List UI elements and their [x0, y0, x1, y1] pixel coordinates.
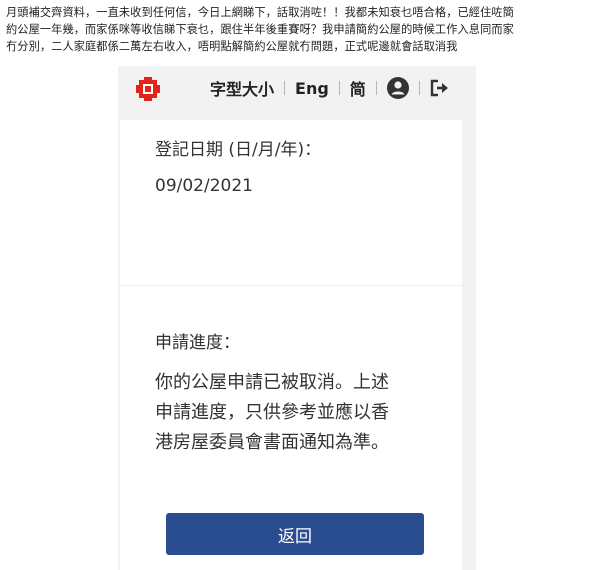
post-text-line: 月頭補交齊資料，一直未收到任何信，今日上網睇下，話取消咗！！我都未知衰乜唔合格，… [6, 6, 514, 19]
application-status-card: 登記日期 (日/月/年)： 09/02/2021 申請進度： 你的公屋申請已被取… [120, 120, 462, 570]
back-button[interactable]: 返回 [166, 513, 424, 555]
user-account-icon[interactable] [377, 77, 419, 99]
register-date-label: 登記日期 (日/月/年)： [155, 140, 322, 160]
english-language-button[interactable]: Eng [285, 79, 339, 98]
app-header: 字型大小 Eng 简 [118, 66, 476, 110]
register-date-value: 09/02/2021 [155, 176, 253, 196]
section-divider [120, 285, 462, 286]
post-text-line: 冇分別，二人家庭都係二萬左右收入，唔明點解簡約公屋就冇問題，正式呢邊就會話取消我 [6, 40, 458, 53]
font-size-button[interactable]: 字型大小 [200, 76, 284, 100]
housing-authority-logo-icon [136, 77, 160, 101]
simplified-chinese-button[interactable]: 简 [340, 76, 376, 100]
post-text-line: 約公屋一年幾，而家係咪等收信睇下衰乜，跟住半年後重賽呀？我申請簡約公屋的時候工作… [6, 23, 514, 36]
logout-icon[interactable] [420, 79, 460, 97]
header-nav: 字型大小 Eng 简 [200, 66, 460, 110]
embedded-app-screenshot: 字型大小 Eng 简 登記日期 (日/月/年)： 09/02/2021 申請進度… [118, 66, 476, 570]
progress-label: 申請進度： [155, 333, 240, 353]
progress-status-text: 你的公屋申請已被取消。上述申請進度，只供參考並應以香港房屋委員會書面通知為準。 [155, 372, 389, 453]
post-text: 月頭補交齊資料，一直未收到任何信，今日上網睇下，話取消咗！！我都未知衰乜唔合格，… [6, 4, 594, 55]
